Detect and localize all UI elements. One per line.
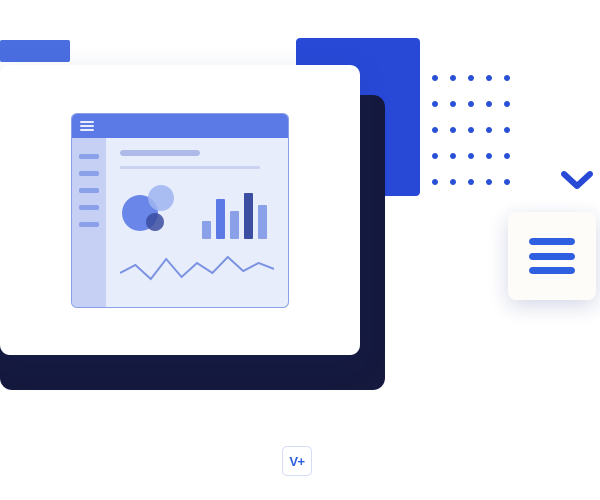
sidebar-item (79, 171, 99, 176)
bar (202, 221, 211, 239)
decorative-tab (0, 40, 70, 62)
heading-placeholder (120, 150, 200, 156)
dot-icon (486, 153, 492, 159)
decorative-dot-grid (432, 75, 510, 195)
main-card (0, 65, 360, 355)
dot-icon (450, 101, 456, 107)
bubble-icon (148, 185, 174, 211)
dot-icon (432, 101, 438, 107)
sparkline-chart (120, 249, 274, 289)
dot-icon (468, 101, 474, 107)
dot-icon (468, 75, 474, 81)
charts-row (120, 183, 274, 239)
dot-icon (450, 179, 456, 185)
dot-icon (504, 179, 510, 185)
dot-icon (468, 153, 474, 159)
dot-icon (432, 153, 438, 159)
hamburger-icon (80, 121, 94, 131)
dot-icon (504, 127, 510, 133)
dot-icon (504, 101, 510, 107)
dot-icon (432, 179, 438, 185)
window-body (72, 138, 288, 307)
window-titlebar (72, 114, 288, 138)
bar (230, 211, 239, 239)
dot-icon (504, 153, 510, 159)
sidebar-item (79, 205, 99, 210)
logo-text: V+ (289, 454, 304, 469)
subheading-placeholder (120, 166, 260, 169)
content-area (106, 138, 288, 307)
bar (216, 199, 225, 239)
sidebar-item (79, 188, 99, 193)
dot-icon (504, 75, 510, 81)
menu-card (508, 212, 596, 300)
dot-icon (432, 127, 438, 133)
sidebar-item (79, 222, 99, 227)
dot-icon (468, 127, 474, 133)
dot-icon (450, 153, 456, 159)
bar (244, 193, 253, 239)
dot-icon (486, 127, 492, 133)
bar (258, 205, 267, 239)
dot-icon (486, 75, 492, 81)
bubble-chart (120, 183, 184, 239)
dot-icon (450, 75, 456, 81)
dot-icon (432, 75, 438, 81)
sidebar-item (79, 154, 99, 159)
bubble-icon (146, 213, 164, 231)
dot-icon (486, 101, 492, 107)
sparkline-icon (120, 249, 274, 289)
dot-icon (450, 127, 456, 133)
dot-icon (468, 179, 474, 185)
menu-icon (529, 238, 575, 274)
logo-badge: V+ (282, 446, 312, 476)
dashboard-window (71, 113, 289, 308)
sidebar (72, 138, 106, 307)
bar-chart (202, 189, 267, 239)
dot-icon (486, 179, 492, 185)
